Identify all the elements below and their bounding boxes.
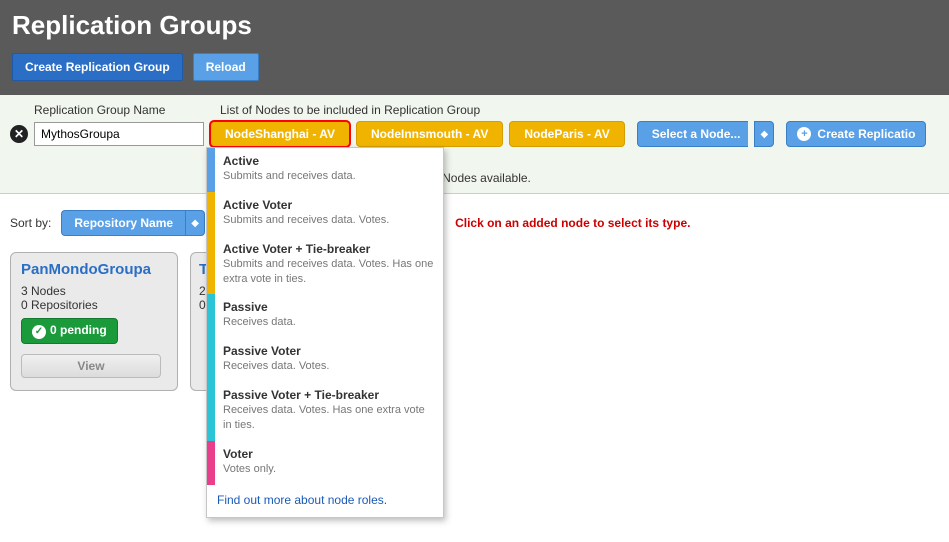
dropdown-item-sub: Votes only. — [223, 462, 435, 477]
create-replication-label: Create Replicatio — [817, 127, 915, 141]
dropdown-item-sub: Submits and receives data. — [223, 169, 435, 184]
dropdown-item-sub: Submits and receives data. Votes. Has on… — [223, 257, 435, 287]
dropdown-item[interactable]: PassiveReceives data. — [207, 294, 443, 338]
create-group-button[interactable]: Create Replication Group — [12, 53, 183, 81]
dropdown-item-sub: Receives data. — [223, 315, 435, 330]
dropdown-item-title: Passive Voter + Tie-breaker — [223, 388, 435, 402]
node-type-dropdown: ActiveSubmits and receives data.Active V… — [206, 147, 444, 518]
swatch-icon — [207, 441, 215, 485]
dropdown-item-title: Voter — [223, 447, 435, 461]
swatch-icon — [207, 338, 215, 382]
dropdown-item[interactable]: Passive VoterReceives data. Votes. — [207, 338, 443, 382]
dropdown-help-link[interactable]: Find out more about node roles. — [207, 485, 443, 517]
dropdown-item-title: Active Voter + Tie-breaker — [223, 242, 435, 256]
pending-badge: ✓0 pending — [21, 318, 118, 344]
dropdown-item-title: Active Voter — [223, 198, 435, 212]
group-card: PanMondoGroupa 3 Nodes 0 Repositories ✓0… — [10, 252, 178, 391]
node-chip[interactable]: NodeParis - AV — [509, 121, 624, 147]
dropdown-item-sub: Receives data. Votes. — [223, 359, 435, 374]
hint-text: Click on an added node to select its typ… — [455, 216, 690, 230]
name-label: Replication Group Name — [34, 103, 210, 117]
sort-dropdown-icon[interactable]: ◆ — [185, 210, 205, 236]
dropdown-item[interactable]: Active VoterSubmits and receives data. V… — [207, 192, 443, 236]
node-chip[interactable]: NodeInnsmouth - AV — [356, 121, 503, 147]
swatch-icon — [207, 148, 215, 192]
plus-icon: + — [797, 127, 811, 141]
dropdown-item-title: Active — [223, 154, 435, 168]
dropdown-item-sub: Receives data. Votes. Has one extra vote… — [223, 403, 435, 433]
nodes-label: List of Nodes to be included in Replicat… — [220, 103, 480, 117]
reload-button[interactable]: Reload — [193, 53, 259, 81]
dropdown-item[interactable]: ActiveSubmits and receives data. — [207, 148, 443, 192]
node-chip[interactable]: NodeShanghai - AV — [210, 121, 350, 147]
swatch-icon — [207, 294, 215, 338]
dropdown-item[interactable]: Active Voter + Tie-breakerSubmits and re… — [207, 236, 443, 295]
sort-label: Sort by: — [10, 216, 51, 230]
dropdown-item[interactable]: Passive Voter + Tie-breakerReceives data… — [207, 382, 443, 441]
create-replication-button[interactable]: + Create Replicatio — [786, 121, 926, 147]
dropdown-item-title: Passive — [223, 300, 435, 314]
swatch-icon — [207, 192, 215, 236]
swatch-icon — [207, 236, 215, 295]
dropdown-item[interactable]: VoterVotes only. — [207, 441, 443, 485]
card-repos: 0 Repositories — [21, 298, 167, 312]
sort-button[interactable]: Repository Name — [61, 210, 185, 236]
select-node-button[interactable]: Select a Node... — [637, 121, 749, 147]
select-node-dropdown-icon[interactable]: ◆ — [754, 121, 774, 147]
card-title[interactable]: PanMondoGroupa — [21, 261, 167, 278]
dropdown-item-sub: Submits and receives data. Votes. — [223, 213, 435, 228]
group-name-input[interactable] — [34, 122, 204, 146]
remove-icon[interactable]: ✕ — [10, 125, 28, 143]
check-icon: ✓ — [32, 325, 46, 339]
dropdown-item-title: Passive Voter — [223, 344, 435, 358]
card-nodes: 3 Nodes — [21, 284, 167, 298]
swatch-icon — [207, 382, 215, 441]
page-title: Replication Groups — [12, 10, 937, 41]
view-button[interactable]: View — [21, 354, 161, 378]
